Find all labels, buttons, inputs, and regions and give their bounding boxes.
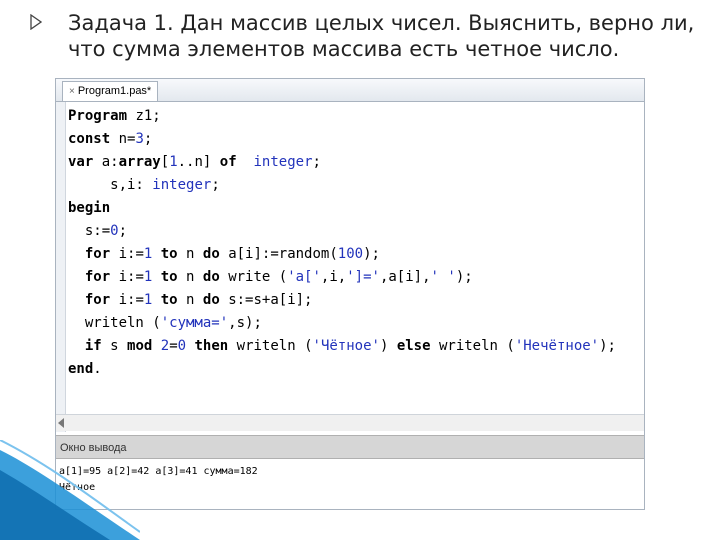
bullet-arrow-icon xyxy=(30,14,42,30)
code-line: if s mod 2=0 then writeln ('Чётное') els… xyxy=(84,338,616,354)
editor-gutter xyxy=(56,102,66,432)
decorative-swoosh xyxy=(0,440,140,540)
code-line: writeln ('сумма=',s); xyxy=(68,315,262,331)
code-line: begin xyxy=(68,200,111,216)
slide-title: Задача 1. Дан массив целых чисел. Выясни… xyxy=(30,10,700,62)
editor-tab[interactable]: × Program1.pas* xyxy=(62,81,159,101)
tab-close-icon[interactable]: × xyxy=(69,86,75,97)
code-line: var a:array[1..n] of integer; xyxy=(68,154,321,170)
horizontal-scrollbar[interactable] xyxy=(56,414,644,431)
code-line: s,i: integer; xyxy=(68,177,220,193)
editor-tab-bar: × Program1.pas* xyxy=(56,79,644,102)
output-panel-header: Окно вывода xyxy=(56,435,644,459)
code-line: end. xyxy=(68,361,102,377)
output-panel: a[1]=95 a[2]=42 a[3]=41 сумма=182 Чётное xyxy=(56,460,644,508)
output-line: a[1]=95 a[2]=42 a[3]=41 сумма=182 xyxy=(59,466,258,477)
slide-title-text: Задача 1. Дан массив целых чисел. Выясни… xyxy=(68,11,695,61)
scroll-left-icon[interactable] xyxy=(58,418,64,428)
code-line: for i:=1 to n do write ('a[',i,']=',a[i]… xyxy=(84,269,473,285)
ide-window: × Program1.pas* Program z1; const n=3; va… xyxy=(55,78,645,510)
code-line: const n=3; xyxy=(68,131,153,147)
code-line: for i:=1 to n do s:=s+a[i]; xyxy=(84,292,313,308)
code-line: for i:=1 to n do a[i]:=random(100); xyxy=(84,246,380,262)
output-line: Чётное xyxy=(59,482,96,493)
code-line: Program z1; xyxy=(68,108,161,124)
code-line: s:=0; xyxy=(68,223,128,239)
code-editor[interactable]: Program z1; const n=3; var a:array[1..n]… xyxy=(68,105,638,415)
tab-label: Program1.pas* xyxy=(77,85,152,97)
